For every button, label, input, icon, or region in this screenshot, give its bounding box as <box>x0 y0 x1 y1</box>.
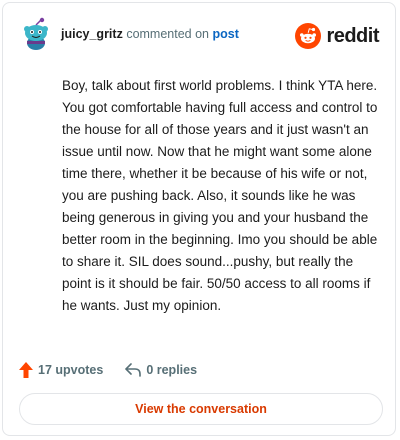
upvote-arrow-icon <box>19 362 33 378</box>
username-link[interactable]: juicy_gritz <box>61 27 123 41</box>
upvote-count: 17 upvotes <box>38 363 104 377</box>
view-conversation-button[interactable]: View the conversation <box>19 393 383 425</box>
comment-card: juicy_gritz commented on post reddit Boy… <box>2 2 396 436</box>
upvote-action[interactable]: 17 upvotes <box>19 362 103 378</box>
reddit-brand[interactable]: reddit <box>295 23 379 49</box>
reply-count: 0 replies <box>146 363 198 377</box>
reply-arrow-icon <box>125 363 142 377</box>
reddit-logo-icon <box>295 23 322 49</box>
post-link[interactable]: post <box>212 27 238 41</box>
comment-verb: commented on <box>126 27 209 41</box>
snoo-avatar-icon[interactable] <box>19 17 53 51</box>
reddit-wordmark: reddit <box>326 24 379 47</box>
reply-action[interactable]: 0 replies <box>125 363 197 377</box>
comment-header: juicy_gritz commented on post reddit <box>19 17 379 53</box>
comment-actions: 17 upvotes 0 replies <box>19 359 197 381</box>
comment-body: Boy, talk about first world problems. I … <box>62 78 378 313</box>
comment-meta: juicy_gritz commented on post <box>61 27 239 41</box>
